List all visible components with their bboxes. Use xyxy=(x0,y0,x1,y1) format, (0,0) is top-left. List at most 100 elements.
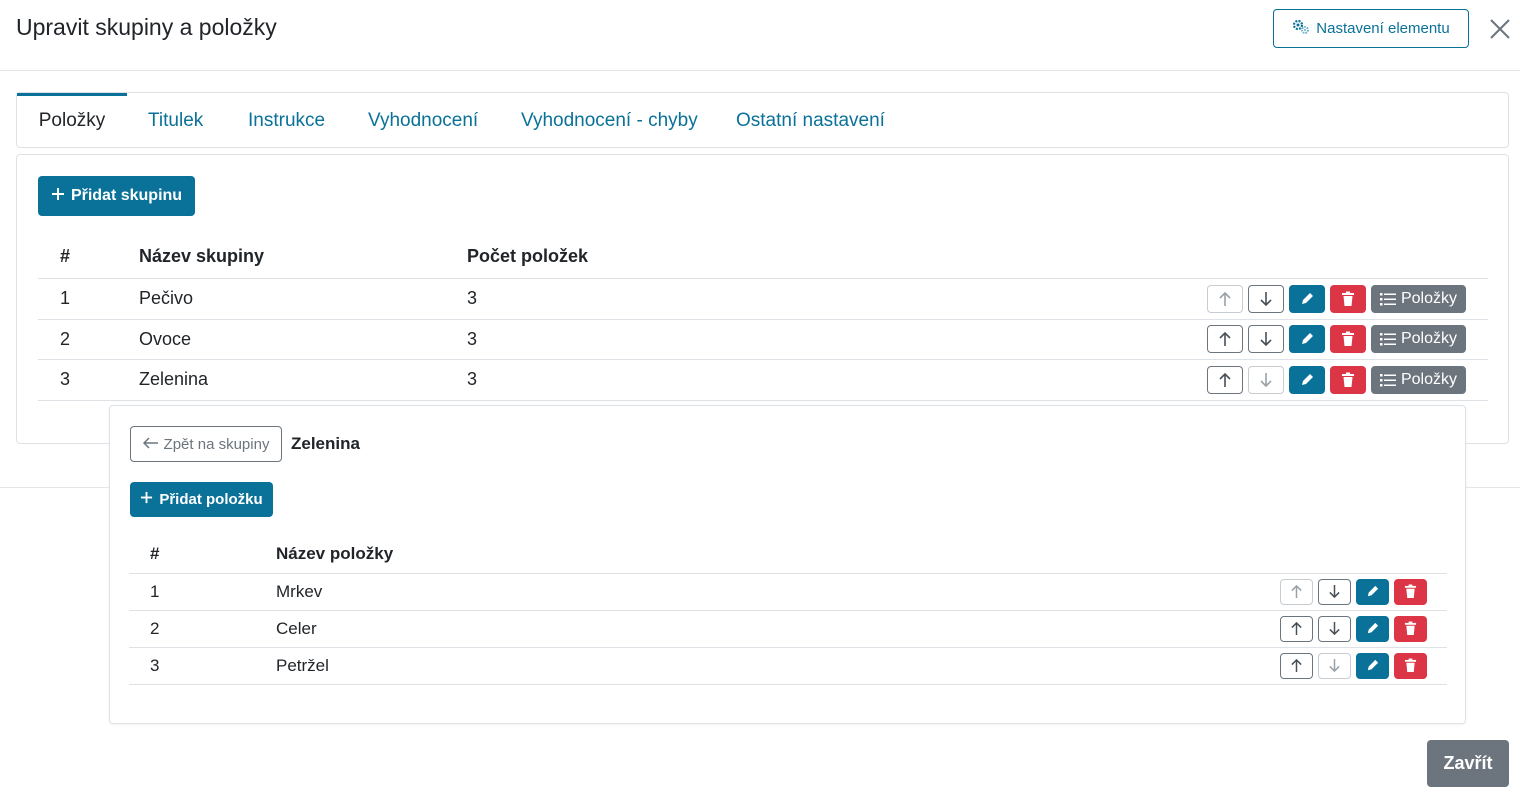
list-icon xyxy=(1379,373,1396,386)
gears-icon xyxy=(1292,19,1310,39)
close-icon[interactable] xyxy=(1486,15,1514,43)
move-down-button[interactable] xyxy=(1247,325,1284,353)
add-item-button[interactable]: Přidat položku xyxy=(130,482,273,517)
modal-title: Upravit skupiny a položky xyxy=(16,14,277,40)
move-up-button[interactable] xyxy=(1280,615,1313,642)
trash-icon xyxy=(1341,331,1354,346)
edit-button[interactable] xyxy=(1288,365,1325,394)
back-to-groups-label: Zpět na skupiny xyxy=(163,435,270,453)
delete-button[interactable] xyxy=(1394,615,1427,642)
trash-icon xyxy=(1404,584,1417,598)
move-down-button[interactable] xyxy=(1318,578,1351,605)
pencil-icon xyxy=(1301,292,1313,304)
close-dialog-button[interactable]: Zavřít xyxy=(1427,740,1509,787)
tab-instrukce[interactable]: Instrukce xyxy=(248,93,325,148)
edit-button[interactable] xyxy=(1356,578,1389,605)
item-actions xyxy=(1248,652,1427,679)
trash-icon xyxy=(1404,621,1417,635)
items-button-label: Položky xyxy=(1400,370,1457,388)
move-up-button[interactable] xyxy=(1206,365,1243,394)
group-count: 3 xyxy=(467,328,478,349)
items-button[interactable]: Položky xyxy=(1370,325,1466,353)
edit-button[interactable] xyxy=(1288,325,1325,353)
group-name: Zelenina xyxy=(139,369,209,389)
item-number: 3 xyxy=(150,655,160,675)
arrow-down-icon xyxy=(1260,372,1272,387)
col-number: # xyxy=(150,544,160,564)
items-button[interactable]: Položky xyxy=(1370,284,1466,313)
table-row: 1 Pečivo 3 Položky xyxy=(38,278,1488,319)
item-name: Mrkev xyxy=(276,581,323,601)
groups-card: Přidat skupinu # Název skupiny Počet pol… xyxy=(16,154,1509,444)
move-up-button[interactable] xyxy=(1206,325,1243,353)
current-group-name: Zelenina xyxy=(291,434,360,453)
move-down-button[interactable] xyxy=(1247,365,1284,394)
groups-table: # Název skupiny Počet položek 1 Pečivo 3 xyxy=(38,236,1488,401)
move-down-button[interactable] xyxy=(1318,615,1351,642)
group-name: Pečivo xyxy=(139,288,194,308)
col-number: # xyxy=(60,246,71,267)
trash-icon xyxy=(1404,658,1417,672)
group-count: 3 xyxy=(467,369,478,389)
items-panel: Zpět na skupiny Zelenina Přidat položku … xyxy=(109,405,1466,724)
arrow-down-icon xyxy=(1329,659,1340,673)
plus-icon xyxy=(51,187,65,206)
arrow-down-icon xyxy=(1260,332,1272,347)
items-table-header: # Název položky xyxy=(129,536,1447,573)
move-down-button[interactable] xyxy=(1318,652,1351,679)
tab-vyhodnoceni[interactable]: Vyhodnocení xyxy=(368,93,478,148)
items-button-label: Položky xyxy=(1400,330,1457,347)
table-row: 3 Zelenina 3 Položky xyxy=(38,359,1488,400)
add-item-label: Přidat položku xyxy=(159,491,263,508)
pencil-icon xyxy=(1301,333,1313,344)
arrow-down-icon xyxy=(1329,622,1340,636)
item-name: Celer xyxy=(276,618,317,638)
delete-button[interactable] xyxy=(1329,284,1366,313)
pencil-icon xyxy=(1301,373,1313,385)
arrow-up-icon xyxy=(1219,291,1231,306)
arrow-up-icon xyxy=(1291,658,1302,672)
list-icon xyxy=(1379,333,1396,346)
items-button[interactable]: Položky xyxy=(1370,365,1466,394)
col-item-name: Název položky xyxy=(276,544,394,564)
move-up-button[interactable] xyxy=(1206,284,1243,313)
add-group-button[interactable]: Přidat skupinu xyxy=(38,176,195,216)
move-up-button[interactable] xyxy=(1280,578,1313,605)
pencil-icon xyxy=(1367,585,1379,597)
edit-button[interactable] xyxy=(1356,652,1389,679)
arrow-up-icon xyxy=(1219,372,1231,387)
tab-vyhodnoceni-chyby[interactable]: Vyhodnocení - chyby xyxy=(521,93,698,148)
element-settings-button[interactable]: Nastavení elementu xyxy=(1273,9,1469,48)
tab-titulek[interactable]: Titulek xyxy=(148,93,203,148)
tab-ostatni-nastaveni[interactable]: Ostatní nastavení xyxy=(736,93,885,148)
plus-icon xyxy=(140,491,153,508)
item-number: 2 xyxy=(150,618,160,638)
arrow-down-icon xyxy=(1260,291,1272,306)
arrow-down-icon xyxy=(1329,585,1340,599)
items-button-label: Položky xyxy=(1400,289,1457,307)
edit-button[interactable] xyxy=(1288,284,1325,313)
tab-polozky[interactable]: Položky xyxy=(17,93,127,148)
table-row: 2 Celer xyxy=(129,610,1447,647)
delete-button[interactable] xyxy=(1329,365,1366,394)
group-number: 2 xyxy=(60,328,71,349)
move-up-button[interactable] xyxy=(1280,652,1313,679)
pencil-icon xyxy=(1367,659,1379,671)
edit-button[interactable] xyxy=(1356,615,1389,642)
group-number: 3 xyxy=(60,369,71,389)
item-name: Petržel xyxy=(276,655,329,675)
move-down-button[interactable] xyxy=(1247,284,1284,313)
arrow-up-icon xyxy=(1291,584,1302,598)
group-name: Ovoce xyxy=(139,328,192,349)
tabs-bar: Položky Titulek Instrukce Vyhodnocení Vy… xyxy=(16,92,1509,148)
trash-icon xyxy=(1341,291,1354,306)
table-row: 2 Ovoce 3 Položky xyxy=(38,319,1488,359)
item-number: 1 xyxy=(150,581,160,601)
arrow-left-icon xyxy=(142,436,159,453)
group-actions: Položky xyxy=(1189,325,1466,353)
delete-button[interactable] xyxy=(1394,652,1427,679)
delete-button[interactable] xyxy=(1329,325,1366,353)
delete-button[interactable] xyxy=(1394,578,1427,605)
back-to-groups-button[interactable]: Zpět na skupiny xyxy=(130,426,282,462)
items-table: # Název položky 1 Mrkev 2 Celer 3 Petrže… xyxy=(129,536,1447,685)
